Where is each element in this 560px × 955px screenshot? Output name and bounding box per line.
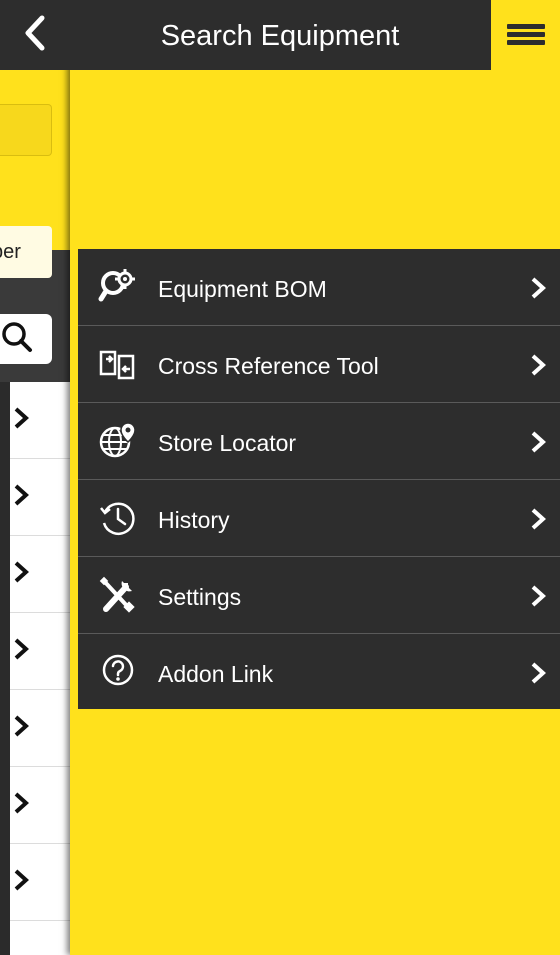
menu-item-label: Cross Reference Tool	[158, 353, 379, 379]
menu-item-label: History	[158, 507, 230, 533]
background-yellow-area	[0, 70, 80, 250]
background-search-button[interactable]	[0, 314, 52, 364]
side-menu-list: Equipment BOM Cross Reference Tool Store…	[78, 249, 560, 709]
list-item[interactable]	[10, 844, 70, 921]
menu-item-addon-link[interactable]: Addon Link	[78, 634, 560, 711]
chevron-left-icon	[25, 15, 45, 51]
history-clock-icon	[100, 502, 135, 536]
list-item[interactable]	[10, 690, 70, 767]
chevron-right-icon	[14, 407, 29, 429]
cross-reference-icon	[99, 350, 135, 380]
chevron-right-icon	[14, 561, 29, 583]
chevron-right-icon	[14, 484, 29, 506]
chevron-right-icon	[531, 431, 546, 453]
menu-item-label: Store Locator	[158, 430, 297, 456]
background-search-field[interactable]: ber	[0, 226, 52, 278]
gear-search-icon	[98, 269, 135, 302]
chevron-right-icon	[531, 508, 546, 530]
menu-item-cross-reference-tool[interactable]: Cross Reference Tool	[78, 326, 560, 403]
menu-item-label: Addon Link	[158, 661, 274, 687]
background-search-field-text: ber	[0, 241, 21, 263]
chevron-right-icon	[14, 869, 29, 891]
chevron-right-icon	[531, 354, 546, 376]
chevron-right-icon	[14, 792, 29, 814]
background-yellow-button[interactable]	[0, 104, 52, 156]
list-item[interactable]	[10, 459, 70, 536]
chevron-right-icon	[531, 662, 546, 684]
chevron-right-icon	[14, 715, 29, 737]
menu-toggle-button[interactable]	[491, 0, 560, 70]
menu-item-label: Equipment BOM	[158, 276, 327, 302]
list-item[interactable]	[10, 382, 70, 459]
wrench-screwdriver-icon	[99, 576, 135, 613]
magnifier-icon	[2, 322, 32, 352]
menu-item-history[interactable]: History	[78, 480, 560, 557]
globe-pin-icon	[99, 422, 136, 458]
chevron-right-icon	[14, 638, 29, 660]
list-item[interactable]	[10, 613, 70, 690]
page-title: Search Equipment	[160, 20, 400, 52]
menu-item-label: Settings	[158, 584, 242, 610]
list-item[interactable]	[10, 767, 70, 844]
back-button[interactable]	[18, 14, 58, 54]
chevron-right-icon	[531, 277, 546, 299]
chevron-right-icon	[531, 585, 546, 607]
question-circle-icon	[102, 654, 134, 686]
background-results-list	[0, 382, 70, 955]
list-item[interactable]	[10, 536, 70, 613]
menu-item-equipment-bom[interactable]: Equipment BOM	[78, 249, 560, 326]
menu-item-settings[interactable]: Settings	[78, 557, 560, 634]
background-page: ber	[0, 0, 80, 955]
header-bar: Search Equipment	[0, 0, 560, 70]
menu-item-store-locator[interactable]: Store Locator	[78, 403, 560, 480]
